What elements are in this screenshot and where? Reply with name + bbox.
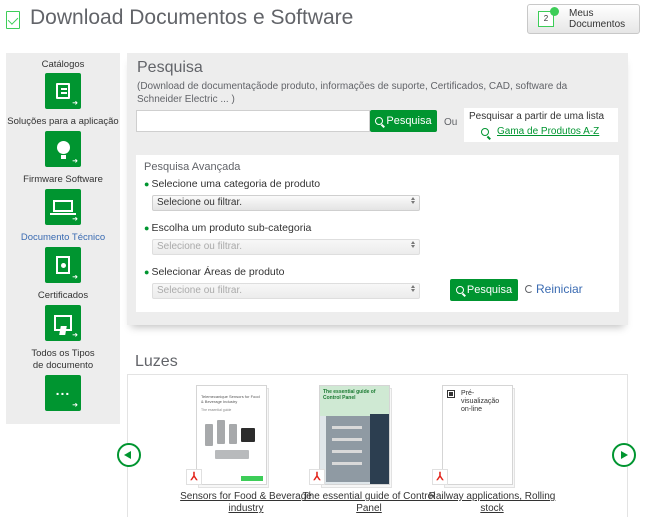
search-title: Pesquisa bbox=[137, 59, 203, 76]
highlight-card-title[interactable]: The essential guide of Control Panel bbox=[299, 491, 439, 515]
online-preview-icon bbox=[447, 390, 455, 398]
reset-link[interactable]: Reiniciar bbox=[525, 282, 583, 296]
select-arrows-icon bbox=[410, 197, 415, 204]
advanced-search-box: Pesquisa Avançada ● Selecione uma categor… bbox=[136, 155, 619, 312]
sidebar-item-label: Firmware Software bbox=[23, 174, 103, 185]
product-subcategory-select[interactable]: Selecione ou filtrar. bbox=[152, 239, 420, 255]
advanced-search-button[interactable]: Pesquisa bbox=[450, 279, 518, 301]
highlight-card[interactable]: The essential guide of Control Panel ⅄ T… bbox=[299, 385, 439, 517]
carousel-next-button[interactable] bbox=[612, 443, 636, 467]
catalog-icon[interactable]: ➜ bbox=[45, 73, 81, 109]
select-arrows-icon bbox=[410, 241, 415, 248]
pdf-icon: ⅄ bbox=[186, 469, 202, 485]
pdf-icon: ⅄ bbox=[309, 469, 325, 485]
product-category-select[interactable]: Selecione ou filtrar. bbox=[152, 195, 420, 211]
sidebar-item-label: Certificados bbox=[37, 290, 89, 301]
select-arrows-icon bbox=[410, 285, 415, 292]
sidebar-item-all-document-types[interactable]: Todos os Tipos de documento bbox=[26, 348, 100, 372]
sidebar-item-certificates[interactable]: Certificados bbox=[6, 290, 120, 301]
cover-heading: The essential guide of Control Panel bbox=[323, 389, 376, 401]
arrow-right-icon bbox=[621, 451, 628, 459]
pdf-icon: ⅄ bbox=[432, 469, 448, 485]
search-from-list-title: Pesquisar a partir de uma lista bbox=[469, 111, 605, 122]
cover-subtitle: The essential guide bbox=[201, 408, 232, 412]
sidebar-item-label: Catálogos bbox=[41, 59, 85, 70]
product-subcategory-label: ● Escolha um produto sub-categoria bbox=[144, 222, 312, 234]
online-preview-label: Pré-visualização on-line bbox=[461, 390, 500, 413]
search-input[interactable] bbox=[136, 110, 370, 132]
highlight-card-title[interactable]: Sensors for Food & Beverage industry bbox=[176, 491, 316, 515]
laptop-icon[interactable]: ➜ bbox=[45, 189, 81, 225]
document-type-sidebar: Catálogos ➜ Soluções para a aplicação ➜ … bbox=[6, 53, 120, 424]
more-icon[interactable]: ... ➜ bbox=[45, 375, 81, 411]
download-icon bbox=[6, 11, 20, 29]
sidebar-item-technical-document[interactable]: Documento Técnico bbox=[6, 232, 120, 243]
cover-heading: Telemecanique Sensors for Food & Beverag… bbox=[201, 394, 260, 404]
reset-icon bbox=[525, 285, 533, 293]
sidebar-item-catalogs[interactable]: Catálogos bbox=[6, 59, 120, 70]
document-thumbnail[interactable]: Pré-visualização on-line bbox=[442, 385, 513, 485]
reset-label: Reiniciar bbox=[536, 282, 583, 296]
brand-logo bbox=[241, 476, 263, 481]
search-description: (Download de documentaçãode produto, inf… bbox=[137, 81, 568, 105]
search-button[interactable]: Pesquisa bbox=[370, 110, 437, 132]
or-label: Ou bbox=[444, 117, 458, 128]
my-documents-button[interactable]: 2 Meus Documentos bbox=[527, 4, 640, 34]
highlight-card[interactable]: Pré-visualização on-line ⅄ Railway appli… bbox=[422, 385, 562, 517]
sidebar-item-firmware-software[interactable]: Firmware Software bbox=[6, 174, 120, 185]
highlights-title: Luzes bbox=[135, 353, 178, 370]
advanced-search-button-label: Pesquisa bbox=[466, 284, 513, 296]
search-panel: Pesquisa (Download de documentaçãode pro… bbox=[127, 53, 628, 325]
product-range-az-link[interactable]: Gama de Produtos A-Z bbox=[497, 126, 599, 137]
search-icon bbox=[375, 117, 384, 125]
my-documents-icon: 2 bbox=[538, 7, 559, 27]
search-button-label: Pesquisa bbox=[386, 115, 432, 127]
highlight-card-title[interactable]: Railway applications, Rolling stock bbox=[422, 491, 562, 515]
my-documents-label: Meus Documentos bbox=[569, 8, 626, 30]
check-icon bbox=[550, 7, 559, 16]
search-icon bbox=[455, 286, 464, 294]
search-icon bbox=[481, 128, 489, 136]
page-title: Download Documentos e Software bbox=[30, 6, 354, 29]
sidebar-item-label: Documento Técnico bbox=[20, 232, 106, 243]
sidebar-item-label: Todos os Tipos de documento bbox=[31, 348, 95, 371]
certificate-icon[interactable]: ➜ bbox=[45, 305, 81, 341]
arrow-left-icon bbox=[124, 451, 131, 459]
sidebar-item-application-solutions[interactable]: Soluções para a aplicação bbox=[6, 116, 120, 127]
product-areas-select[interactable]: Selecione ou filtrar. bbox=[152, 283, 420, 299]
product-category-label: ● Selecione uma categoria de produto bbox=[144, 178, 321, 190]
search-from-list-box: Pesquisar a partir de uma lista Gama de … bbox=[464, 108, 618, 142]
advanced-search-title: Pesquisa Avançada bbox=[144, 161, 241, 173]
product-areas-label: ● Selecionar Áreas de produto bbox=[144, 266, 285, 278]
highlight-card[interactable]: Telemecanique Sensors for Food & Beverag… bbox=[176, 385, 316, 517]
technical-document-icon[interactable]: ➜ bbox=[45, 247, 81, 283]
lightbulb-icon[interactable]: ➜ bbox=[45, 131, 81, 167]
sidebar-item-label: Soluções para a aplicação bbox=[7, 116, 119, 127]
my-documents-count: 2 bbox=[543, 14, 549, 23]
document-thumbnail[interactable]: Telemecanique Sensors for Food & Beverag… bbox=[196, 385, 267, 485]
carousel-prev-button[interactable] bbox=[117, 443, 141, 467]
document-thumbnail[interactable]: The essential guide of Control Panel bbox=[319, 385, 390, 485]
